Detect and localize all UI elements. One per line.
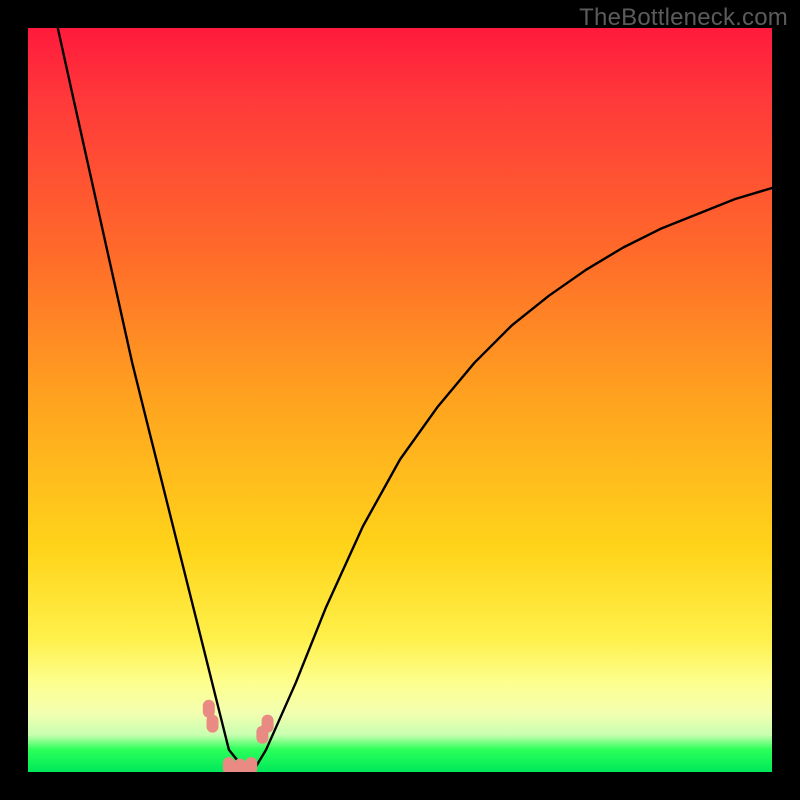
marker-bottom-2 <box>234 759 246 773</box>
marker-group <box>203 700 274 772</box>
marker-bottom-1 <box>223 757 235 772</box>
bottleneck-curve <box>58 28 772 768</box>
plot-area <box>28 28 772 772</box>
curve-layer <box>28 28 772 772</box>
marker-right-pair-2 <box>262 715 274 733</box>
outer-frame: TheBottleneck.com <box>0 0 800 800</box>
marker-bottom-3 <box>245 757 257 772</box>
marker-left-pair-2 <box>207 715 219 733</box>
